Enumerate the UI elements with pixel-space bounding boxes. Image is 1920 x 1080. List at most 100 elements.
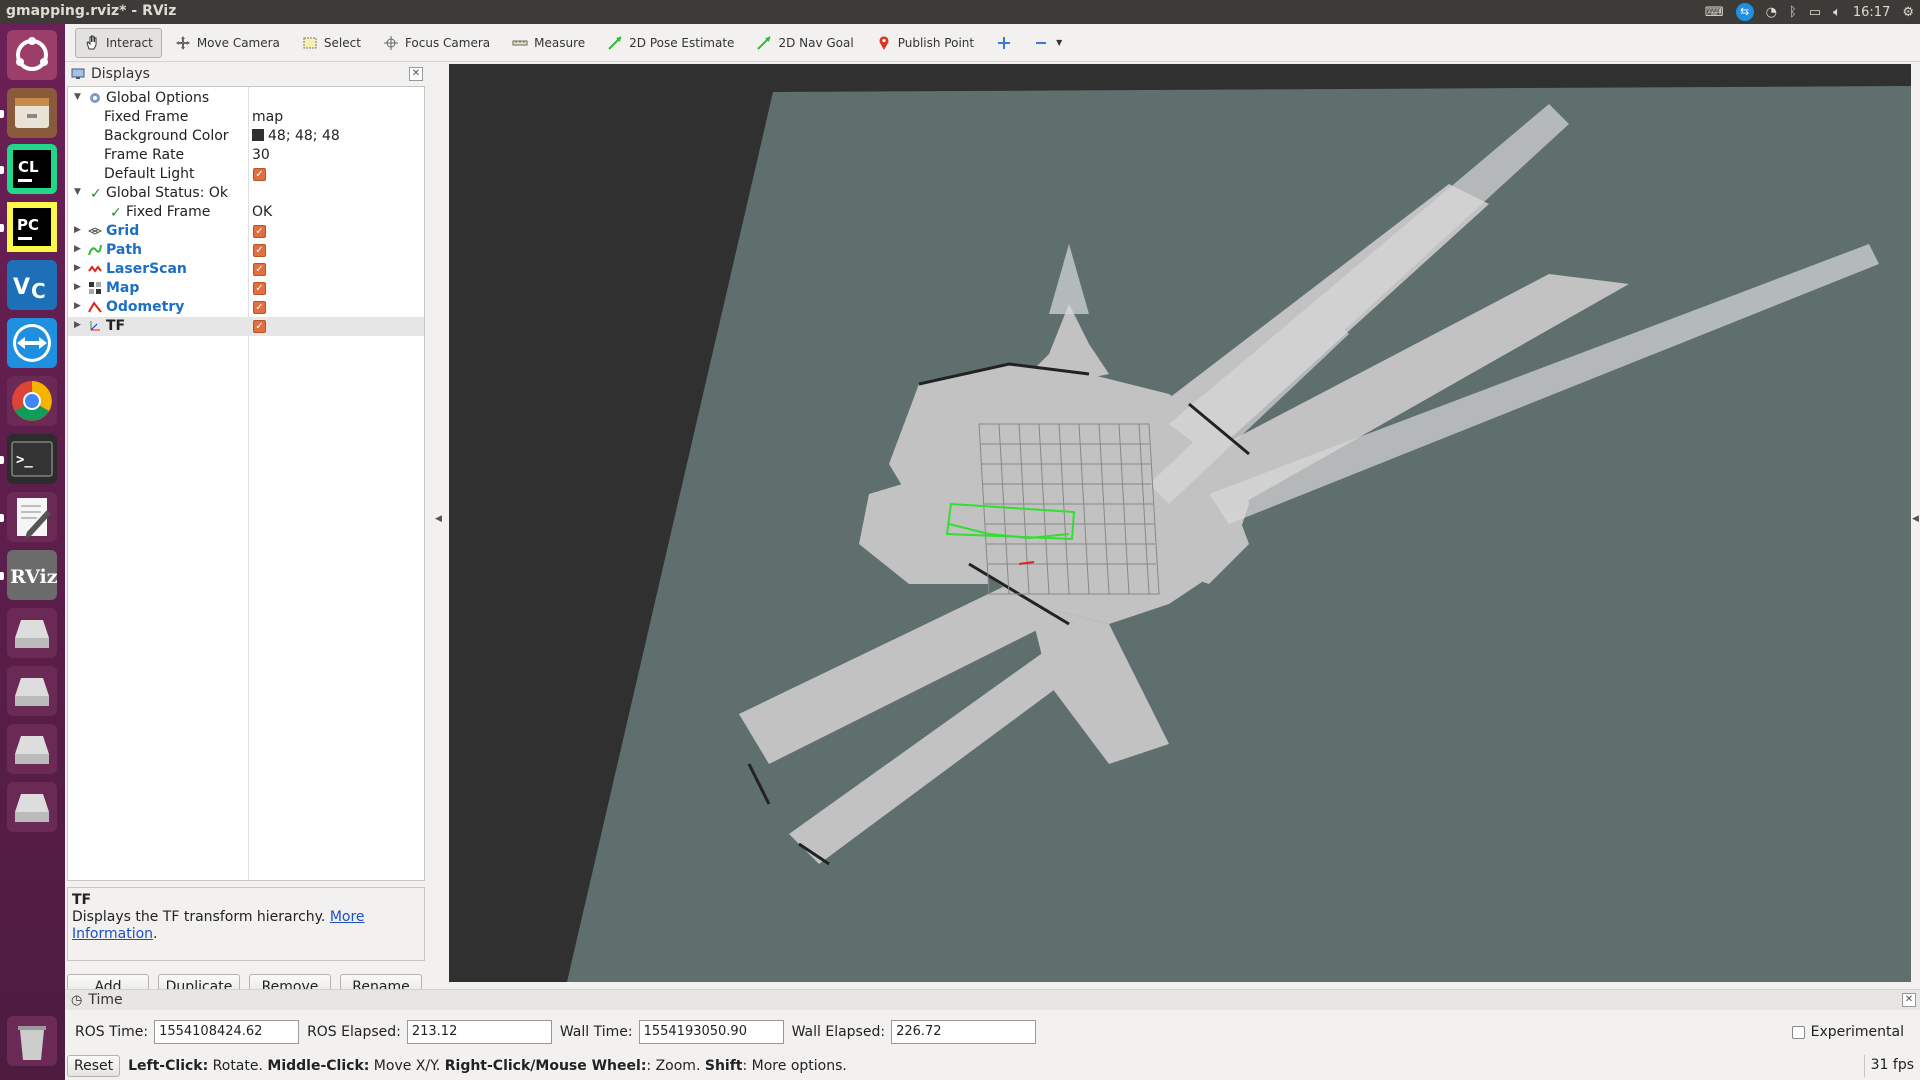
disk-drive-icon[interactable] <box>7 608 57 658</box>
tree-row-odometry[interactable]: ▶ Odometry ✓ <box>68 298 424 317</box>
experimental-checkbox[interactable] <box>1791 1025 1805 1039</box>
pose-estimate-tool[interactable]: 2D Pose Estimate <box>598 28 743 58</box>
ros-time-label: ROS Time: <box>75 1024 149 1040</box>
display-description: TF Displays the TF transform hierarchy. … <box>67 887 425 961</box>
text-editor-icon[interactable] <box>7 492 57 542</box>
interact-label: Interact <box>106 35 153 50</box>
terminal-icon[interactable]: >_ <box>7 434 57 484</box>
tree-row-map[interactable]: ▶ Map ✓ <box>68 279 424 298</box>
files-icon[interactable] <box>7 88 57 138</box>
disk-drive-icon[interactable] <box>7 782 57 832</box>
select-tool[interactable]: Select <box>293 28 370 58</box>
expand-arrow-icon[interactable]: ▼ <box>74 187 84 197</box>
disk-drive-icon[interactable] <box>7 666 57 716</box>
displays-panel: Displays ✕ ▼ Global Options Fixed Frame … <box>65 64 427 999</box>
tree-row-tf[interactable]: ▶ TF ✓ <box>68 317 424 336</box>
time-fields: ROS Time: 1554108424.62 ROS Elapsed: 213… <box>75 1020 1037 1044</box>
expand-arrow-icon[interactable]: ▼ <box>74 92 84 102</box>
volume-icon[interactable]: 🔈︎ <box>1833 5 1841 20</box>
tf-checkbox[interactable]: ✓ <box>253 320 266 333</box>
settings-gear-icon[interactable]: ⚙ <box>1902 5 1914 20</box>
close-icon[interactable]: ✕ <box>409 67 423 81</box>
background-color-value[interactable]: 48; 48; 48 <box>252 128 340 144</box>
map-icon <box>89 282 101 294</box>
tree-row-default-light[interactable]: Default Light ✓ <box>68 165 424 184</box>
publish-point-icon <box>879 35 889 50</box>
odometry-checkbox[interactable]: ✓ <box>253 301 266 314</box>
select-icon <box>303 37 317 48</box>
clion-icon[interactable]: CL <box>7 144 57 194</box>
close-icon[interactable]: ✕ <box>1902 993 1916 1007</box>
ros-time-field[interactable]: 1554108424.62 <box>154 1020 300 1044</box>
map-label: Map <box>106 280 140 296</box>
clock[interactable]: 16:17 <box>1853 5 1890 20</box>
tree-row-global-status[interactable]: ▼ ✓ Global Status: Ok <box>68 184 424 203</box>
system-top-bar: gmapping.rviz* - RViz ⌨ ⇆ ◔ ᛒ ▭ 🔈︎ 16:17… <box>0 0 1920 24</box>
svg-text:V: V <box>13 275 30 300</box>
render-view[interactable] <box>449 64 1911 982</box>
frame-rate-value[interactable]: 30 <box>252 147 270 163</box>
nav-goal-label: 2D Nav Goal <box>778 35 854 50</box>
pycharm-icon[interactable]: PC <box>7 202 57 252</box>
wall-time-field[interactable]: 1554193050.90 <box>638 1020 784 1044</box>
wifi-icon[interactable]: ◔ <box>1766 5 1777 20</box>
expand-arrow-icon[interactable]: ▶ <box>74 244 84 254</box>
tree-row-laserscan[interactable]: ▶ LaserScan ✓ <box>68 260 424 279</box>
publish-point-tool[interactable]: Publish Point <box>867 28 983 58</box>
toolbar: Interact Move Camera Select Focus Camera… <box>65 24 1920 62</box>
map-checkbox[interactable]: ✓ <box>253 282 266 295</box>
vnc-viewer-icon[interactable]: VC <box>7 260 57 310</box>
collapse-right-arrow-icon[interactable]: ◀ <box>1912 514 1919 524</box>
laserscan-checkbox[interactable]: ✓ <box>253 263 266 276</box>
reset-button[interactable]: Reset <box>67 1055 121 1077</box>
measure-tool[interactable]: Measure <box>503 28 594 58</box>
default-light-checkbox[interactable]: ✓ <box>253 168 266 181</box>
wall-elapsed-field[interactable]: 226.72 <box>891 1020 1037 1044</box>
grid-icon <box>88 227 102 235</box>
tree-row-path[interactable]: ▶ Path ✓ <box>68 241 424 260</box>
tree-row-status-fixed-frame[interactable]: ✓ Fixed Frame OK <box>68 203 424 222</box>
svg-text:PC: PC <box>17 216 39 234</box>
tree-row-grid[interactable]: ▶ Grid ✓ <box>68 222 424 241</box>
expand-arrow-icon[interactable]: ▶ <box>74 320 84 330</box>
bluetooth-icon[interactable]: ᛒ <box>1789 5 1797 20</box>
tree-row-frame-rate[interactable]: Frame Rate 30 <box>68 146 424 165</box>
minus-icon <box>1036 41 1047 44</box>
focus-camera-tool[interactable]: Focus Camera <box>374 28 499 58</box>
displays-title: Displays <box>91 66 150 82</box>
remove-tool-button[interactable]: ▼ <box>1025 28 1071 58</box>
tree-row-background-color[interactable]: Background Color 48; 48; 48 <box>68 127 424 146</box>
expand-arrow-icon[interactable]: ▶ <box>74 225 84 235</box>
plus-icon <box>998 36 1011 49</box>
tree-row-global-options[interactable]: ▼ Global Options <box>68 89 424 108</box>
rviz-window: Interact Move Camera Select Focus Camera… <box>65 24 1920 1080</box>
keyboard-icon[interactable]: ⌨ <box>1705 5 1724 20</box>
ros-elapsed-field[interactable]: 213.12 <box>406 1020 552 1044</box>
grid-checkbox[interactable]: ✓ <box>253 225 266 238</box>
trash-icon[interactable] <box>7 1016 57 1066</box>
interact-tool[interactable]: Interact <box>75 27 162 58</box>
chrome-icon[interactable] <box>7 376 57 426</box>
tree-row-fixed-frame[interactable]: Fixed Frame map <box>68 108 424 127</box>
rviz-icon[interactable]: RViz <box>7 550 57 600</box>
collapse-left-arrow-icon[interactable]: ◀ <box>435 514 442 524</box>
path-checkbox[interactable]: ✓ <box>253 244 266 257</box>
add-tool-button[interactable] <box>987 28 1021 58</box>
fixed-frame-value[interactable]: map <box>252 109 283 125</box>
expand-arrow-icon[interactable]: ▶ <box>74 301 84 311</box>
nav-goal-tool[interactable]: 2D Nav Goal <box>747 28 862 58</box>
launcher: CL PC VC >_ RViz <box>0 24 65 1080</box>
teamviewer-tray-icon[interactable]: ⇆ <box>1735 3 1754 21</box>
monitor-icon <box>71 68 85 79</box>
ubuntu-dash-icon[interactable] <box>7 30 57 80</box>
expand-arrow-icon[interactable]: ▶ <box>74 282 84 292</box>
tf-axes-icon <box>90 321 100 331</box>
checkmark-icon: ✓ <box>110 205 122 221</box>
experimental-option[interactable]: Experimental <box>1791 1024 1904 1040</box>
battery-icon[interactable]: ▭ <box>1809 5 1821 20</box>
measure-icon <box>512 40 528 45</box>
teamviewer-icon[interactable] <box>7 318 57 368</box>
disk-drive-icon[interactable] <box>7 724 57 774</box>
move-camera-tool[interactable]: Move Camera <box>166 28 289 58</box>
expand-arrow-icon[interactable]: ▶ <box>74 263 84 273</box>
